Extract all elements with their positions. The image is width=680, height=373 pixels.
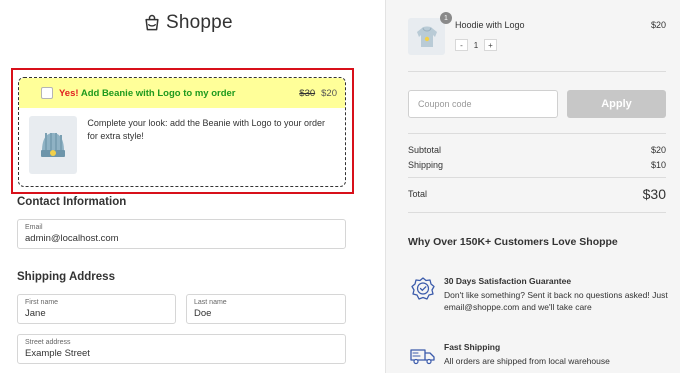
feature-title: 30 Days Satisfaction Guarantee	[444, 276, 572, 286]
first-name-field[interactable]: First name Jane	[17, 294, 176, 324]
quantity-value[interactable]: 1	[468, 39, 484, 51]
last-name-value: Doe	[194, 308, 212, 319]
order-bump-header[interactable]: Yes! Add Beanie with Logo to my order $3…	[19, 78, 345, 108]
cart-item-name: Hoodie with Logo	[455, 20, 525, 30]
order-bump-description: Complete your look: add the Beanie with …	[87, 118, 326, 142]
shopping-bag-icon	[145, 14, 159, 31]
email-label: Email	[25, 224, 43, 231]
order-bump: Yes! Add Beanie with Logo to my order $3…	[18, 77, 346, 187]
apply-coupon-button[interactable]: Apply	[567, 90, 666, 118]
subtotal-value: $20	[650, 145, 666, 155]
shipping-cost-value: $10	[650, 160, 666, 170]
total-value: $30	[642, 186, 666, 202]
divider	[408, 177, 666, 178]
order-bump-old-price: $30	[299, 87, 316, 99]
shipping-section-title: Shipping Address	[17, 271, 115, 283]
divider	[408, 133, 666, 134]
coupon-input[interactable]: Coupon code	[408, 90, 558, 118]
why-section-title: Why Over 150K+ Customers Love Shoppe	[408, 236, 618, 248]
order-bump-prices: $30 $20	[299, 88, 337, 99]
street-address-value: Example Street	[25, 348, 90, 359]
hoodie-icon	[416, 26, 437, 47]
divider	[408, 71, 666, 72]
badge-check-icon	[411, 277, 435, 300]
feature-guarantee: 30 Days Satisfaction Guarantee Don't lik…	[410, 276, 668, 320]
first-name-value: Jane	[25, 308, 46, 319]
order-bump-title: Yes! Add Beanie with Logo to my order	[59, 88, 236, 99]
street-address-field[interactable]: Street address Example Street	[17, 334, 346, 364]
shipping-cost-label: Shipping	[408, 160, 444, 170]
decrease-quantity-button[interactable]: -	[455, 39, 468, 51]
order-bump-checkbox[interactable]	[41, 87, 53, 99]
contact-section-title: Contact Information	[17, 196, 127, 208]
subtotal-row: Subtotal $20	[408, 145, 666, 155]
email-value: admin@localhost.com	[25, 233, 119, 244]
email-field[interactable]: Email admin@localhost.com	[17, 219, 346, 249]
increase-quantity-button[interactable]: +	[484, 39, 497, 51]
beanie-image	[29, 116, 78, 174]
feature-text: Don't like something? Sent it back no qu…	[444, 290, 668, 313]
last-name-label: Last name	[194, 299, 227, 306]
shipping-row: Shipping $10	[408, 160, 666, 170]
last-name-field[interactable]: Last name Doe	[186, 294, 346, 324]
first-name-label: First name	[25, 299, 59, 306]
brand-logo[interactable]: Shoppe	[142, 12, 233, 34]
cart-item: 1 Hoodie with Logo $20 - 1 +	[408, 12, 666, 58]
total-label: Total	[408, 189, 428, 199]
subtotal-label: Subtotal	[408, 145, 442, 155]
feature-shipping: Fast Shipping All orders are shipped fro…	[410, 342, 666, 370]
order-bump-new-price: $20	[321, 87, 337, 99]
order-bump-offer: Add Beanie with Logo to my order	[80, 87, 236, 99]
truck-icon	[410, 349, 435, 365]
beanie-icon	[41, 133, 66, 157]
cart-item-price: $20	[650, 20, 666, 30]
order-bump-body: Complete your look: add the Beanie with …	[19, 108, 345, 182]
hoodie-image	[408, 18, 445, 55]
street-address-label: Street address	[25, 339, 71, 346]
order-bump-yes: Yes!	[59, 87, 79, 99]
total-row: Total $30	[408, 186, 666, 202]
feature-title: Fast Shipping	[444, 342, 501, 352]
quantity-badge: 1	[440, 12, 452, 24]
quantity-stepper: - 1 +	[455, 39, 497, 51]
divider	[408, 212, 666, 213]
brand-name: Shoppe	[166, 12, 233, 33]
feature-text: All orders are shipped from local wareho…	[444, 356, 610, 366]
